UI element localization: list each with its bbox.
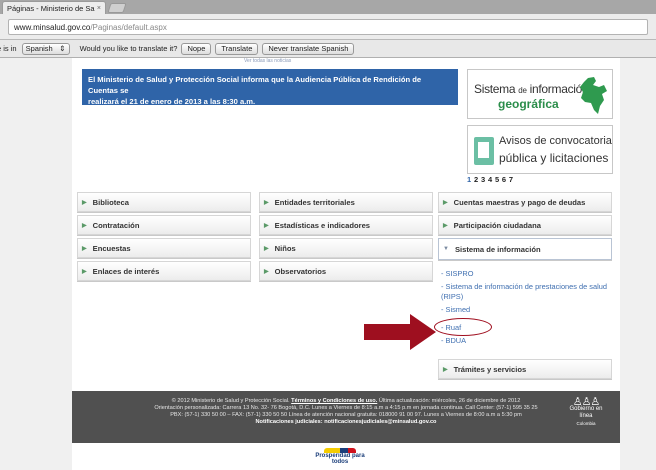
nav-ninos[interactable]: ▶ Niños: [259, 238, 433, 258]
submenu-link-sispro[interactable]: - SISPRO: [441, 269, 615, 279]
nav-tramites-y-servicios[interactable]: ▶ Trámites y servicios: [438, 359, 612, 379]
never-translate-button[interactable]: Never translate Spanish: [262, 42, 355, 55]
page-content: Ver todas las noticias El Ministerio de …: [72, 58, 620, 470]
page-footer: © 2012 Ministerio de Salud y Protección …: [72, 391, 620, 443]
promo1-prefix: Sistema: [474, 82, 516, 96]
nav-label: Encuestas: [92, 243, 131, 253]
chevron-down-icon: ▼: [443, 246, 449, 252]
gobierno-en-linea-logo[interactable]: ♙♙♙ Gobierno en línea Colombia: [566, 396, 606, 427]
footer-line2: Orientación personalizada: Carrera 13 No…: [154, 405, 538, 411]
nav-enlaces-de-interes[interactable]: ▶ Enlaces de interés: [77, 261, 251, 281]
banner-pager: 1234567: [467, 175, 516, 184]
terminos-link[interactable]: Términos y Condiciones de uso.: [291, 398, 377, 404]
browser-tab[interactable]: Páginas - Ministerio de Salud ×: [2, 1, 106, 14]
nav-label: Biblioteca: [92, 197, 129, 207]
nav-label: Observatorios: [274, 266, 327, 276]
chevron-right-icon: ▶: [264, 245, 269, 252]
pager-item[interactable]: 6: [502, 175, 509, 184]
nav-sistema-de-informacion[interactable]: ▼ Sistema de información: [438, 238, 612, 260]
announcement-banner[interactable]: El Ministerio de Salud y Protección Soci…: [82, 69, 458, 106]
nav-label: Participación ciudadana: [453, 220, 541, 230]
nav-observatorios[interactable]: ▶ Observatorios: [259, 261, 433, 281]
prosperidad-logo: Prosperidad para todos: [310, 445, 370, 470]
flag-stripe: [324, 448, 356, 453]
footer-line3: PBX: (57-1) 330 50 00 – FAX: (57-1) 330 …: [170, 412, 522, 418]
tab-title: Páginas - Ministerio de Salud: [7, 3, 95, 13]
tab-strip: Páginas - Ministerio de Salud ×: [0, 0, 656, 14]
chevron-right-icon: ▶: [82, 199, 87, 206]
chevron-right-icon: ▶: [443, 366, 448, 373]
announcement-line1: El Ministerio de Salud y Protección Soci…: [88, 75, 422, 95]
submenu-link-sismed[interactable]: - Sismed: [441, 305, 615, 315]
prosperidad-text: Prosperidad para todos: [315, 453, 365, 465]
people-icon: ♙♙♙: [572, 396, 601, 408]
nav-label: Sistema de información: [454, 244, 541, 254]
url-input[interactable]: www.minsalud.gov.co/Paginas/default.aspx: [8, 19, 648, 35]
nav-participacion-ciudadana[interactable]: ▶ Participación ciudadana: [438, 215, 612, 235]
ver-todas-link[interactable]: Ver todas las noticias: [244, 58, 291, 64]
translate-prefix: e is in: [0, 44, 17, 53]
nav-label: Cuentas maestras y pago de deudas: [453, 197, 586, 207]
avisos-convocatoria-banner[interactable]: Avisos de convocatoria pública y licitac…: [467, 125, 613, 174]
url-path: /Paginas/default.aspx: [90, 22, 167, 32]
pager-item[interactable]: 4: [488, 175, 495, 184]
chevron-right-icon: ▶: [82, 245, 87, 252]
footer-copyright: © 2012 Ministerio de Salud y Protección …: [171, 398, 292, 404]
gob-title: Gobierno en línea: [569, 406, 603, 419]
pager-item[interactable]: 2: [474, 175, 481, 184]
nav-label: Entidades territoriales: [274, 197, 355, 207]
nav-estadisticas[interactable]: ▶ Estadísticas e indicadores: [259, 215, 433, 235]
translate-button[interactable]: Translate: [215, 42, 259, 55]
nav-contratacion[interactable]: ▶ Contratación: [77, 215, 251, 235]
chevron-right-icon: ▶: [264, 222, 269, 229]
gob-sub: Colombia: [576, 421, 596, 426]
annotation-ellipse: [434, 318, 492, 336]
colombia-map-icon: [580, 77, 607, 114]
chevron-right-icon: ▶: [264, 268, 269, 275]
url-domain: www.minsalud.gov.co: [14, 22, 91, 32]
annotation-arrow-icon: [364, 314, 436, 350]
nope-button[interactable]: Nope: [181, 42, 212, 55]
pager-item[interactable]: 5: [495, 175, 502, 184]
pager-item[interactable]: 1: [467, 175, 474, 184]
submenu-link-bdua[interactable]: - BDUA: [441, 336, 615, 346]
nav-label: Estadísticas e indicadores: [274, 220, 371, 230]
promo2-subtitle: pública y licitaciones: [499, 151, 609, 165]
nav-biblioteca[interactable]: ▶ Biblioteca: [77, 192, 251, 212]
document-icon: [474, 137, 494, 165]
sistema-informacion-submenu: - SISPRO - Sistema de información de pre…: [441, 269, 615, 349]
translate-bar: e is in Spanish ⇕ Would you like to tran…: [0, 40, 656, 58]
promo1-small: de: [518, 86, 527, 95]
chevron-updown-icon: ⇕: [59, 44, 66, 53]
promo1-title: Sistema de información: [474, 82, 589, 96]
nav-label: Trámites y servicios: [453, 364, 527, 374]
new-tab-button[interactable]: [107, 3, 127, 13]
footer-notificaciones[interactable]: Notificaciones judiciales: notificacione…: [72, 419, 620, 426]
nav-label: Enlaces de interés: [92, 266, 160, 276]
footer-updated: Última actualización: miércoles, 26 de d…: [377, 398, 521, 404]
translate-question: Would you like to translate it?: [79, 44, 178, 53]
chevron-right-icon: ▶: [82, 268, 87, 275]
nav-label: Niños: [274, 243, 296, 253]
announcement-line2: realizará el 21 de enero de 2013 a las 8…: [88, 97, 256, 106]
submenu-link-rips[interactable]: - Sistema de información de prestaciones…: [441, 282, 615, 302]
promo2-title: Avisos de convocatoria: [499, 135, 612, 147]
promo1-subtitle: geográfica: [498, 97, 559, 111]
tab-close-icon[interactable]: ×: [97, 5, 101, 12]
pager-item[interactable]: 3: [481, 175, 488, 184]
chevron-right-icon: ▶: [82, 222, 87, 229]
language-select[interactable]: Spanish ⇕: [21, 42, 70, 55]
nav-cuentas-maestras[interactable]: ▶ Cuentas maestras y pago de deudas: [438, 192, 612, 212]
footer-line1: © 2012 Ministerio de Salud y Protección …: [72, 398, 620, 405]
language-value: Spanish: [25, 44, 53, 53]
sistema-informacion-geografica-banner[interactable]: Sistema de información geográfica: [467, 69, 613, 119]
chevron-right-icon: ▶: [443, 222, 448, 229]
chevron-right-icon: ▶: [264, 199, 269, 206]
nav-entidades-territoriales[interactable]: ▶ Entidades territoriales: [259, 192, 433, 212]
nav-label: Contratación: [92, 220, 140, 230]
address-bar: www.minsalud.gov.co/Paginas/default.aspx: [0, 14, 656, 40]
chevron-right-icon: ▶: [443, 199, 448, 206]
pager-item[interactable]: 7: [509, 175, 516, 184]
nav-encuestas[interactable]: ▶ Encuestas: [77, 238, 251, 258]
